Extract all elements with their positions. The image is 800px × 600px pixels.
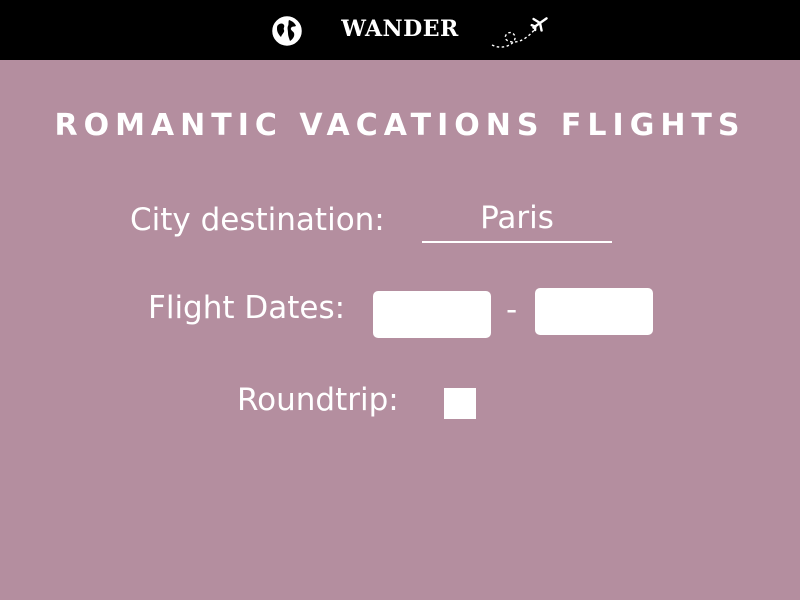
airplane-trail-icon [491,17,548,48]
start-date-input[interactable] [373,291,491,338]
roundtrip-checkbox[interactable] [444,388,476,419]
roundtrip-label: Roundtrip: [237,382,399,418]
date-separator: - [506,292,518,328]
city-destination-input[interactable] [422,198,612,243]
globe-icon [272,16,302,46]
brand-logo-text: WANDER [341,16,459,42]
top-bar: WANDER [0,0,800,60]
page-title: ROMANTIC VACATIONS FLIGHTS [54,108,746,143]
city-destination-label: City destination: [130,202,385,238]
flight-dates-label: Flight Dates: [148,290,346,326]
end-date-input[interactable] [535,288,653,335]
